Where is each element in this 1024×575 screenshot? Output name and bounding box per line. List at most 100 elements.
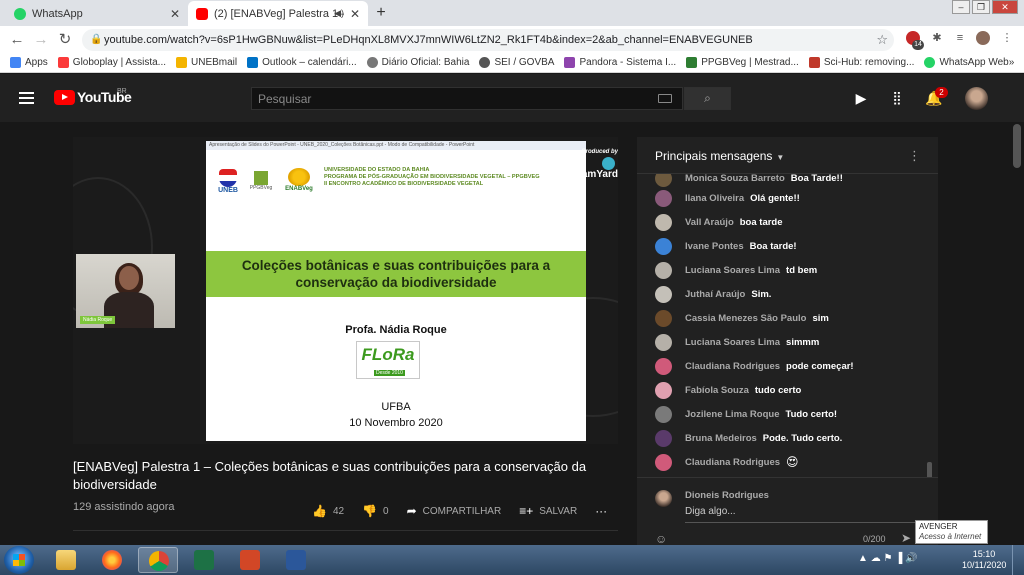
bookmark-pandora[interactable]: Pandora - Sistema I... xyxy=(564,57,676,68)
tab-youtube[interactable]: (2) [ENABVeg] Palestra 1 – Co ◀) ✕ xyxy=(188,1,368,26)
chat-author[interactable]: Vall Araújo xyxy=(685,217,734,228)
close-icon[interactable]: ✕ xyxy=(350,7,360,21)
address-bar[interactable]: 🔒 youtube.com/watch?v=6sP1HwGBNuw&list=P… xyxy=(82,29,894,51)
cloud-icon[interactable]: ☁ xyxy=(871,553,881,564)
bookmarks-overflow[interactable]: » xyxy=(1009,57,1015,68)
search-button[interactable]: ⌕ xyxy=(684,87,731,110)
taskbar-explorer[interactable] xyxy=(46,547,86,573)
clock[interactable]: 15:10 10/11/2020 xyxy=(962,549,1006,571)
chat-text: Sim. xyxy=(751,288,772,300)
close-icon[interactable]: ✕ xyxy=(170,7,180,21)
bookmark-ppgbveg[interactable]: PPGBVeg | Mestrad... xyxy=(686,57,799,68)
youtube-icon xyxy=(196,7,208,20)
media-icon[interactable]: ≡ xyxy=(953,31,967,45)
tooltip-subtitle: Acesso à Internet xyxy=(919,532,982,541)
menu-hamburger-icon[interactable] xyxy=(19,92,34,104)
send-icon[interactable]: ➤ xyxy=(901,531,911,545)
star-icon[interactable]: ☆ xyxy=(876,32,888,48)
tab-label: WhatsApp xyxy=(32,7,83,20)
window-close-button[interactable]: ✕ xyxy=(992,0,1018,14)
taskbar-powerpoint[interactable] xyxy=(230,547,270,573)
presentation-slide: Apresentação de Slides do PowerPoint - U… xyxy=(206,141,586,441)
chat-header[interactable]: Principais mensagens ▼ ⋮ xyxy=(637,137,938,174)
word-icon xyxy=(286,550,306,570)
bookmark-whatsapp-web[interactable]: WhatsApp Web xyxy=(924,57,1009,68)
more-icon: ··· xyxy=(595,504,608,518)
chat-message: Vall Araújo boa tarde xyxy=(655,213,783,231)
slide-title-line: conservação da biodiversidade xyxy=(295,275,497,290)
avatar xyxy=(655,261,672,279)
speaker-icon[interactable]: ◀) xyxy=(334,8,344,19)
bookmark-outlook[interactable]: Outlook – calendári... xyxy=(247,57,357,68)
chat-input[interactable]: Diga algo... xyxy=(685,506,736,517)
bookmark-apps[interactable]: Apps xyxy=(10,57,48,68)
dislike-button[interactable]: 👎 0 xyxy=(362,504,389,518)
tooltip-title: AVENGER xyxy=(919,522,958,531)
forward-icon[interactable]: → xyxy=(32,31,50,48)
taskbar-excel[interactable] xyxy=(184,547,224,573)
taskbar-firefox[interactable] xyxy=(92,547,132,573)
share-button[interactable]: ➦ COMPARTILHAR xyxy=(407,504,502,518)
create-video-icon[interactable]: ▶ xyxy=(853,91,869,105)
chat-author[interactable]: Luciana Soares Lima xyxy=(685,265,780,276)
like-button[interactable]: 👍 42 xyxy=(312,504,344,518)
taskbar-word[interactable] xyxy=(276,547,316,573)
save-button[interactable]: ≡+ SALVAR xyxy=(519,504,577,518)
scrollbar-thumb[interactable] xyxy=(1013,124,1021,168)
tab-whatsapp[interactable]: WhatsApp ✕ xyxy=(6,1,188,26)
video-actions: 👍 42 👎 0 ➦ COMPARTILHAR ≡+ SALVAR ··· xyxy=(312,503,631,519)
new-tab-button[interactable]: + xyxy=(372,4,390,22)
network-icon[interactable]: ▐ xyxy=(895,553,902,564)
start-button[interactable] xyxy=(4,546,34,574)
bookmark-diario[interactable]: Diário Oficial: Bahia xyxy=(366,57,469,68)
restore-button[interactable]: ❐ xyxy=(972,0,990,14)
chat-author[interactable]: Claudiana Rodrigues xyxy=(685,457,780,468)
back-icon[interactable]: ← xyxy=(8,31,26,48)
minimize-button[interactable]: – xyxy=(952,0,970,14)
chat-author[interactable]: Ilana Oliveira xyxy=(685,193,744,204)
bookmark-globoplay[interactable]: Globoplay | Assista... xyxy=(57,57,166,68)
keyboard-icon[interactable] xyxy=(658,94,672,103)
bookmark-sei[interactable]: SEI / GOVBA xyxy=(479,57,554,68)
bookmark-scihub[interactable]: Sci-Hub: removing... xyxy=(808,57,914,68)
flora-logo: FLoRa Desde 2010 xyxy=(356,341,420,379)
chat-author[interactable]: Bruna Medeiros xyxy=(685,433,757,444)
search-placeholder: Pesquisar xyxy=(258,92,312,106)
page-scrollbar[interactable] xyxy=(1010,122,1024,545)
volume-icon[interactable]: 🔊 xyxy=(905,553,917,564)
show-desktop-button[interactable] xyxy=(1012,545,1024,575)
more-vert-icon[interactable]: ⋮ xyxy=(908,148,921,164)
taskbar-chrome[interactable] xyxy=(138,547,178,573)
chat-text: Olá gente!! xyxy=(750,192,800,204)
chat-author[interactable]: Ivane Pontes xyxy=(685,241,744,252)
bookmark-unebmail[interactable]: UNEBmail xyxy=(176,57,237,68)
avatar xyxy=(655,405,672,423)
youtube-logo-icon[interactable] xyxy=(54,90,75,105)
chat-author[interactable]: Jozilene Lima Roque xyxy=(685,409,780,420)
puzzle-icon[interactable]: ✱ xyxy=(930,31,944,45)
chat-author[interactable]: Monica Souza Barreto xyxy=(685,174,785,184)
apps-grid-icon[interactable]: ⣿ xyxy=(889,91,905,105)
reload-icon[interactable]: ↻ xyxy=(56,31,74,48)
flag-icon[interactable]: ⚑ xyxy=(883,553,892,564)
chat-author[interactable]: Luciana Soares Lima xyxy=(685,337,780,348)
chat-author[interactable]: Fabíola Souza xyxy=(685,385,749,396)
chat-author[interactable]: Cassia Menezes São Paulo xyxy=(685,313,806,324)
search-input[interactable]: Pesquisar xyxy=(251,87,683,110)
chat-scrollbar[interactable] xyxy=(927,462,932,477)
avatar xyxy=(655,189,672,207)
profile-icon[interactable] xyxy=(976,31,990,45)
chat-text: Boa tarde! xyxy=(749,240,797,252)
chat-author[interactable]: Juthaí Araújo xyxy=(685,289,745,300)
chat-author[interactable]: Claudiana Rodrigues xyxy=(685,361,780,372)
avatar[interactable] xyxy=(965,87,988,110)
video-player[interactable]: Nádia Roque Apresentação de Slides do Po… xyxy=(73,137,618,444)
chevron-up-icon[interactable]: ▲ xyxy=(858,553,868,564)
avatar xyxy=(655,309,672,327)
more-actions-button[interactable]: ··· xyxy=(595,504,613,518)
whatsapp-icon xyxy=(924,57,936,68)
bookmark-label: WhatsApp Web xyxy=(939,57,1009,68)
bookmark-label: SEI / GOVBA xyxy=(494,57,555,68)
emoji-icon[interactable]: ☺ xyxy=(655,532,667,546)
menu-icon[interactable]: ⋮ xyxy=(1000,31,1014,45)
